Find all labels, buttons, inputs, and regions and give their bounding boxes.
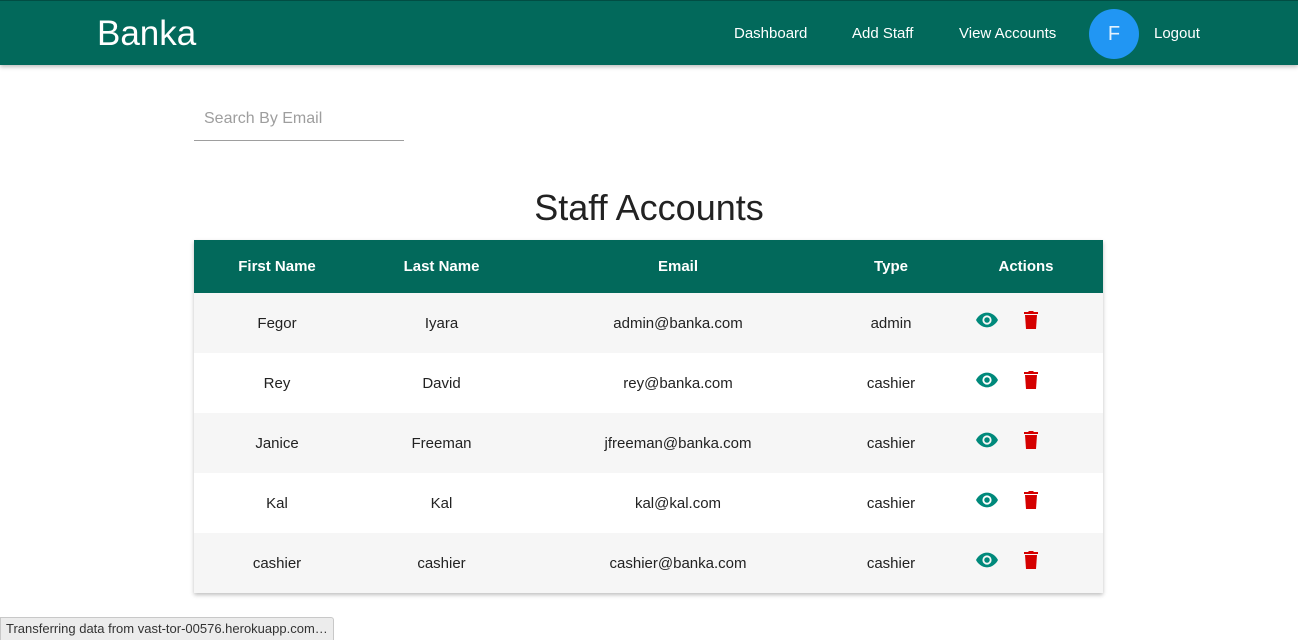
column-header-last-name: Last Name — [403, 258, 480, 275]
nav-link-add-staff[interactable]: Add Staff — [852, 23, 913, 45]
nav-link-logout[interactable]: Logout — [1154, 23, 1200, 45]
cell-type: cashier — [866, 374, 916, 392]
trash-icon[interactable] — [1020, 309, 1042, 331]
column-header-type: Type — [874, 258, 908, 275]
cell-email: admin@banka.com — [613, 314, 743, 332]
trash-icon[interactable] — [1020, 489, 1042, 511]
cell-actions — [949, 533, 1103, 593]
column-header-first-name: First Name — [238, 258, 316, 275]
table-row: Kal Kal kal@kal.com cashier — [194, 473, 1103, 533]
table-row: cashier cashier cashier@banka.com cashie… — [194, 533, 1103, 593]
trash-icon[interactable] — [1020, 549, 1042, 571]
cell-actions — [949, 293, 1103, 353]
cell-email: cashier@banka.com — [609, 554, 747, 572]
cell-type: cashier — [866, 554, 916, 572]
cell-email: rey@banka.com — [623, 374, 733, 392]
eye-icon[interactable] — [976, 429, 998, 451]
cell-first-name: Fegor — [257, 314, 297, 332]
cell-last-name: Iyara — [424, 314, 459, 332]
search-field — [194, 100, 404, 141]
eye-icon[interactable] — [976, 489, 998, 511]
cell-last-name: David — [422, 374, 461, 392]
column-header-actions: Actions — [998, 258, 1054, 275]
table-row: Fegor Iyara admin@banka.com admin — [194, 293, 1103, 353]
search-input[interactable] — [194, 100, 404, 138]
nav-link-view-accounts[interactable]: View Accounts — [959, 23, 1056, 45]
trash-icon[interactable] — [1020, 429, 1042, 451]
table-row: Rey David rey@banka.com cashier — [194, 353, 1103, 413]
table-header-row: First Name Last Name Email Type Actions — [194, 240, 1103, 293]
trash-icon[interactable] — [1020, 369, 1042, 391]
cell-last-name: Kal — [430, 494, 453, 512]
cell-last-name: cashier — [417, 554, 466, 572]
eye-icon[interactable] — [976, 549, 998, 571]
table-row: Janice Freeman jfreeman@banka.com cashie… — [194, 413, 1103, 473]
cell-email: kal@kal.com — [634, 494, 722, 512]
page-title: Staff Accounts — [534, 187, 764, 228]
eye-icon[interactable] — [976, 309, 998, 331]
cell-first-name: Kal — [266, 494, 288, 512]
cell-actions — [949, 413, 1103, 473]
eye-icon[interactable] — [976, 369, 998, 391]
cell-last-name: Freeman — [411, 434, 472, 452]
brand-logo[interactable]: Banka — [97, 13, 196, 55]
cell-first-name: Janice — [255, 434, 299, 452]
cell-first-name: Rey — [263, 374, 291, 392]
navbar: Banka Dashboard Add Staff View Accounts … — [0, 0, 1298, 65]
cell-email: jfreeman@banka.com — [604, 434, 752, 452]
browser-status-bar: Transferring data from vast-tor-00576.he… — [0, 617, 334, 640]
cell-type: cashier — [866, 434, 916, 452]
cell-first-name: cashier — [252, 554, 302, 572]
cell-actions — [949, 473, 1103, 533]
cell-actions — [949, 353, 1103, 413]
cell-type: admin — [870, 314, 912, 332]
avatar[interactable]: F — [1089, 9, 1139, 59]
cell-type: cashier — [866, 494, 916, 512]
staff-accounts-table: First Name Last Name Email Type Actions … — [194, 240, 1103, 593]
column-header-email: Email — [657, 258, 699, 275]
staff-accounts-table-card: First Name Last Name Email Type Actions … — [194, 240, 1103, 593]
nav-link-dashboard[interactable]: Dashboard — [734, 23, 807, 45]
